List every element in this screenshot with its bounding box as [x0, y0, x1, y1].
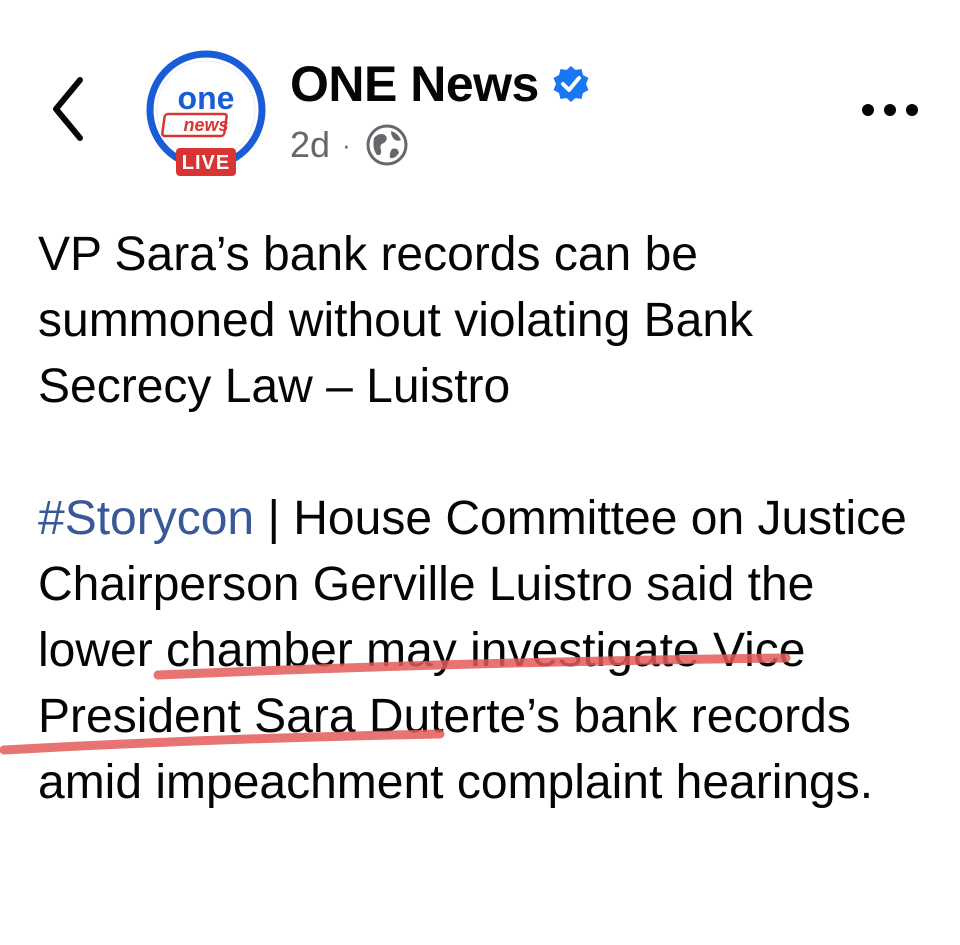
- page-name[interactable]: ONE News: [290, 59, 539, 109]
- post-headline: VP Sara’s bank records can be summoned w…: [38, 228, 754, 413]
- post-timestamp[interactable]: 2d: [290, 124, 330, 166]
- avatar-logo-news: news: [183, 115, 228, 135]
- more-options-button[interactable]: [858, 92, 922, 128]
- chevron-left-icon: [53, 77, 83, 141]
- page-header: ONE News: [290, 52, 591, 116]
- globe-icon: [365, 123, 409, 167]
- back-button[interactable]: [38, 72, 98, 146]
- post-text: VP Sara’s bank records can be summoned w…: [38, 222, 938, 816]
- meta-separator: ·: [342, 129, 351, 160]
- post-meta: 2d ·: [290, 120, 409, 170]
- hashtag-link[interactable]: #Storycon: [38, 492, 254, 545]
- avatar-logo-one: one: [178, 80, 235, 116]
- more-horizontal-icon: [862, 104, 918, 116]
- live-badge: LIVE: [182, 152, 230, 174]
- page-avatar[interactable]: one news LIVE: [144, 50, 268, 178]
- verified-badge-icon: [551, 64, 591, 104]
- post-paragraph: #Storycon | House Committee on Justice C…: [38, 486, 938, 816]
